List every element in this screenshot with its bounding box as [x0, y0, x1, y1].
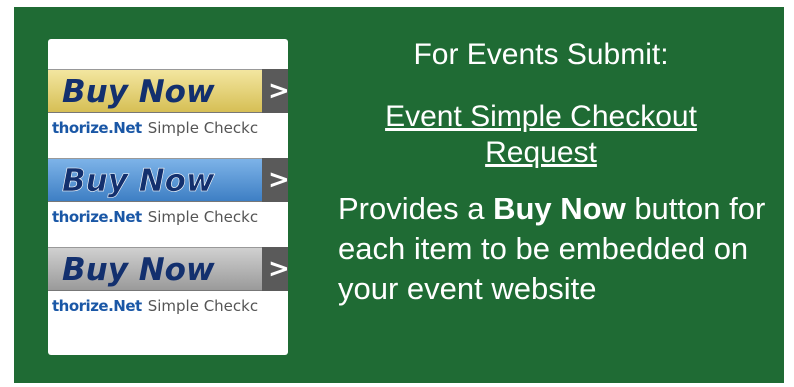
chevron-right-icon: > — [262, 69, 288, 113]
buy-now-label: Buy Now — [62, 252, 215, 288]
buy-now-bar: Buy Now — [48, 69, 262, 113]
info-text-column: For Events Submit: Event Simple Checkout… — [336, 37, 794, 309]
authorize-net-brand: thorize.Net — [52, 208, 142, 226]
event-checkout-request-link[interactable]: Event Simple Checkout Request — [336, 99, 746, 171]
simple-checkout-text: Simple Checkc — [147, 208, 259, 226]
buy-now-label: Buy Now — [62, 74, 215, 110]
buy-now-caption: thorize.Net Simple Checkc — [52, 117, 258, 139]
buy-now-caption: thorize.Net Simple Checkc — [52, 295, 258, 317]
section-heading: For Events Submit: — [413, 38, 669, 71]
chevron-right-icon: > — [262, 158, 288, 202]
buy-now-sample-gray: Buy Now > thorize.Net Simple Checkc — [48, 247, 288, 327]
buy-now-caption: thorize.Net Simple Checkc — [52, 206, 258, 228]
chevron-right-icon: > — [262, 247, 288, 291]
buy-now-bar: Buy Now — [48, 247, 262, 291]
buy-now-preview-image: Buy Now > thorize.Net Simple Checkc Buy N… — [48, 39, 288, 355]
description-text: Provides a Buy Now button for each item … — [338, 189, 788, 309]
green-panel: Buy Now > thorize.Net Simple Checkc Buy N… — [14, 7, 784, 383]
authorize-net-brand: thorize.Net — [52, 297, 142, 315]
buy-now-bar: Buy Now — [48, 158, 262, 202]
buy-now-label: Buy Now — [62, 163, 215, 200]
simple-checkout-text: Simple Checkc — [147, 119, 259, 137]
description-prefix: Provides a — [338, 191, 494, 226]
authorize-net-brand: thorize.Net — [52, 119, 142, 137]
simple-checkout-text: Simple Checkc — [147, 297, 259, 315]
buy-now-sample-blue: Buy Now > thorize.Net Simple Checkc — [48, 158, 288, 238]
buy-now-sample-yellow: Buy Now > thorize.Net Simple Checkc — [48, 69, 288, 149]
description-bold: Buy Now — [493, 191, 626, 226]
